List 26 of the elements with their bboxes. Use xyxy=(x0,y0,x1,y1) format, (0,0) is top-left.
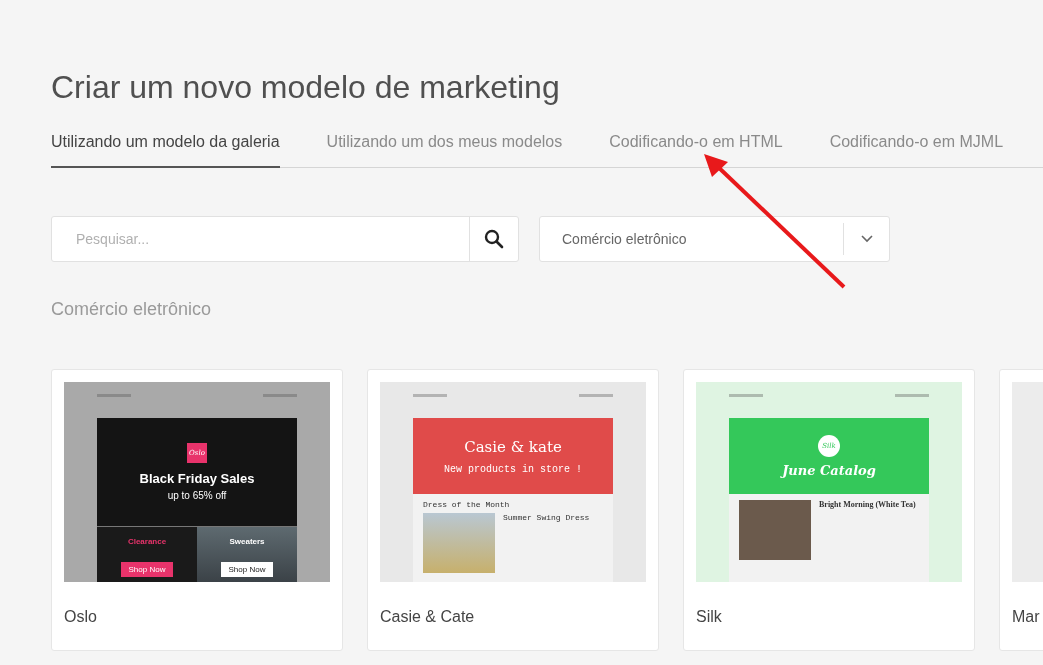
search-icon[interactable] xyxy=(484,229,504,249)
template-name: Silk xyxy=(696,608,723,626)
headline: June Catalog xyxy=(782,462,876,478)
headline: Casie & kate xyxy=(464,437,562,456)
subline: up to 65% off xyxy=(167,490,227,501)
product-name: Bright Morning (White Tea) xyxy=(819,500,916,509)
promo-title: Clearance xyxy=(127,537,167,546)
product-name: Summer Swing Dress xyxy=(503,513,590,522)
template-name: Mar xyxy=(1012,608,1041,626)
tab[interactable]: Utilizando um modelo da galeria xyxy=(51,121,280,168)
photo-placeholder xyxy=(423,513,495,573)
shop-button: Shop Now xyxy=(220,562,274,577)
section-heading: Comércio eletrônico xyxy=(51,299,213,320)
template-name: Casie & Cate xyxy=(380,608,476,626)
shop-button: Shop Now xyxy=(120,562,174,577)
chevron-down-icon xyxy=(860,235,873,243)
headline: Black Friday Sales xyxy=(139,471,255,486)
photo-placeholder xyxy=(739,500,811,560)
template-card[interactable]: Mar xyxy=(999,369,1043,651)
template-name: Oslo xyxy=(64,608,98,626)
category-dropdown[interactable]: Comércio eletrônico xyxy=(539,216,890,262)
section-label: Dress of the Month xyxy=(423,500,511,509)
page-title: Criar um novo modelo de marketing xyxy=(51,68,561,107)
subline: New products in store ! xyxy=(444,463,582,475)
promo-title: Sweaters xyxy=(229,537,265,546)
template-card[interactable]: Casie & kate New products in store ! Dress of the Month Summer Swing Dress Casie & Cate xyxy=(367,369,659,651)
